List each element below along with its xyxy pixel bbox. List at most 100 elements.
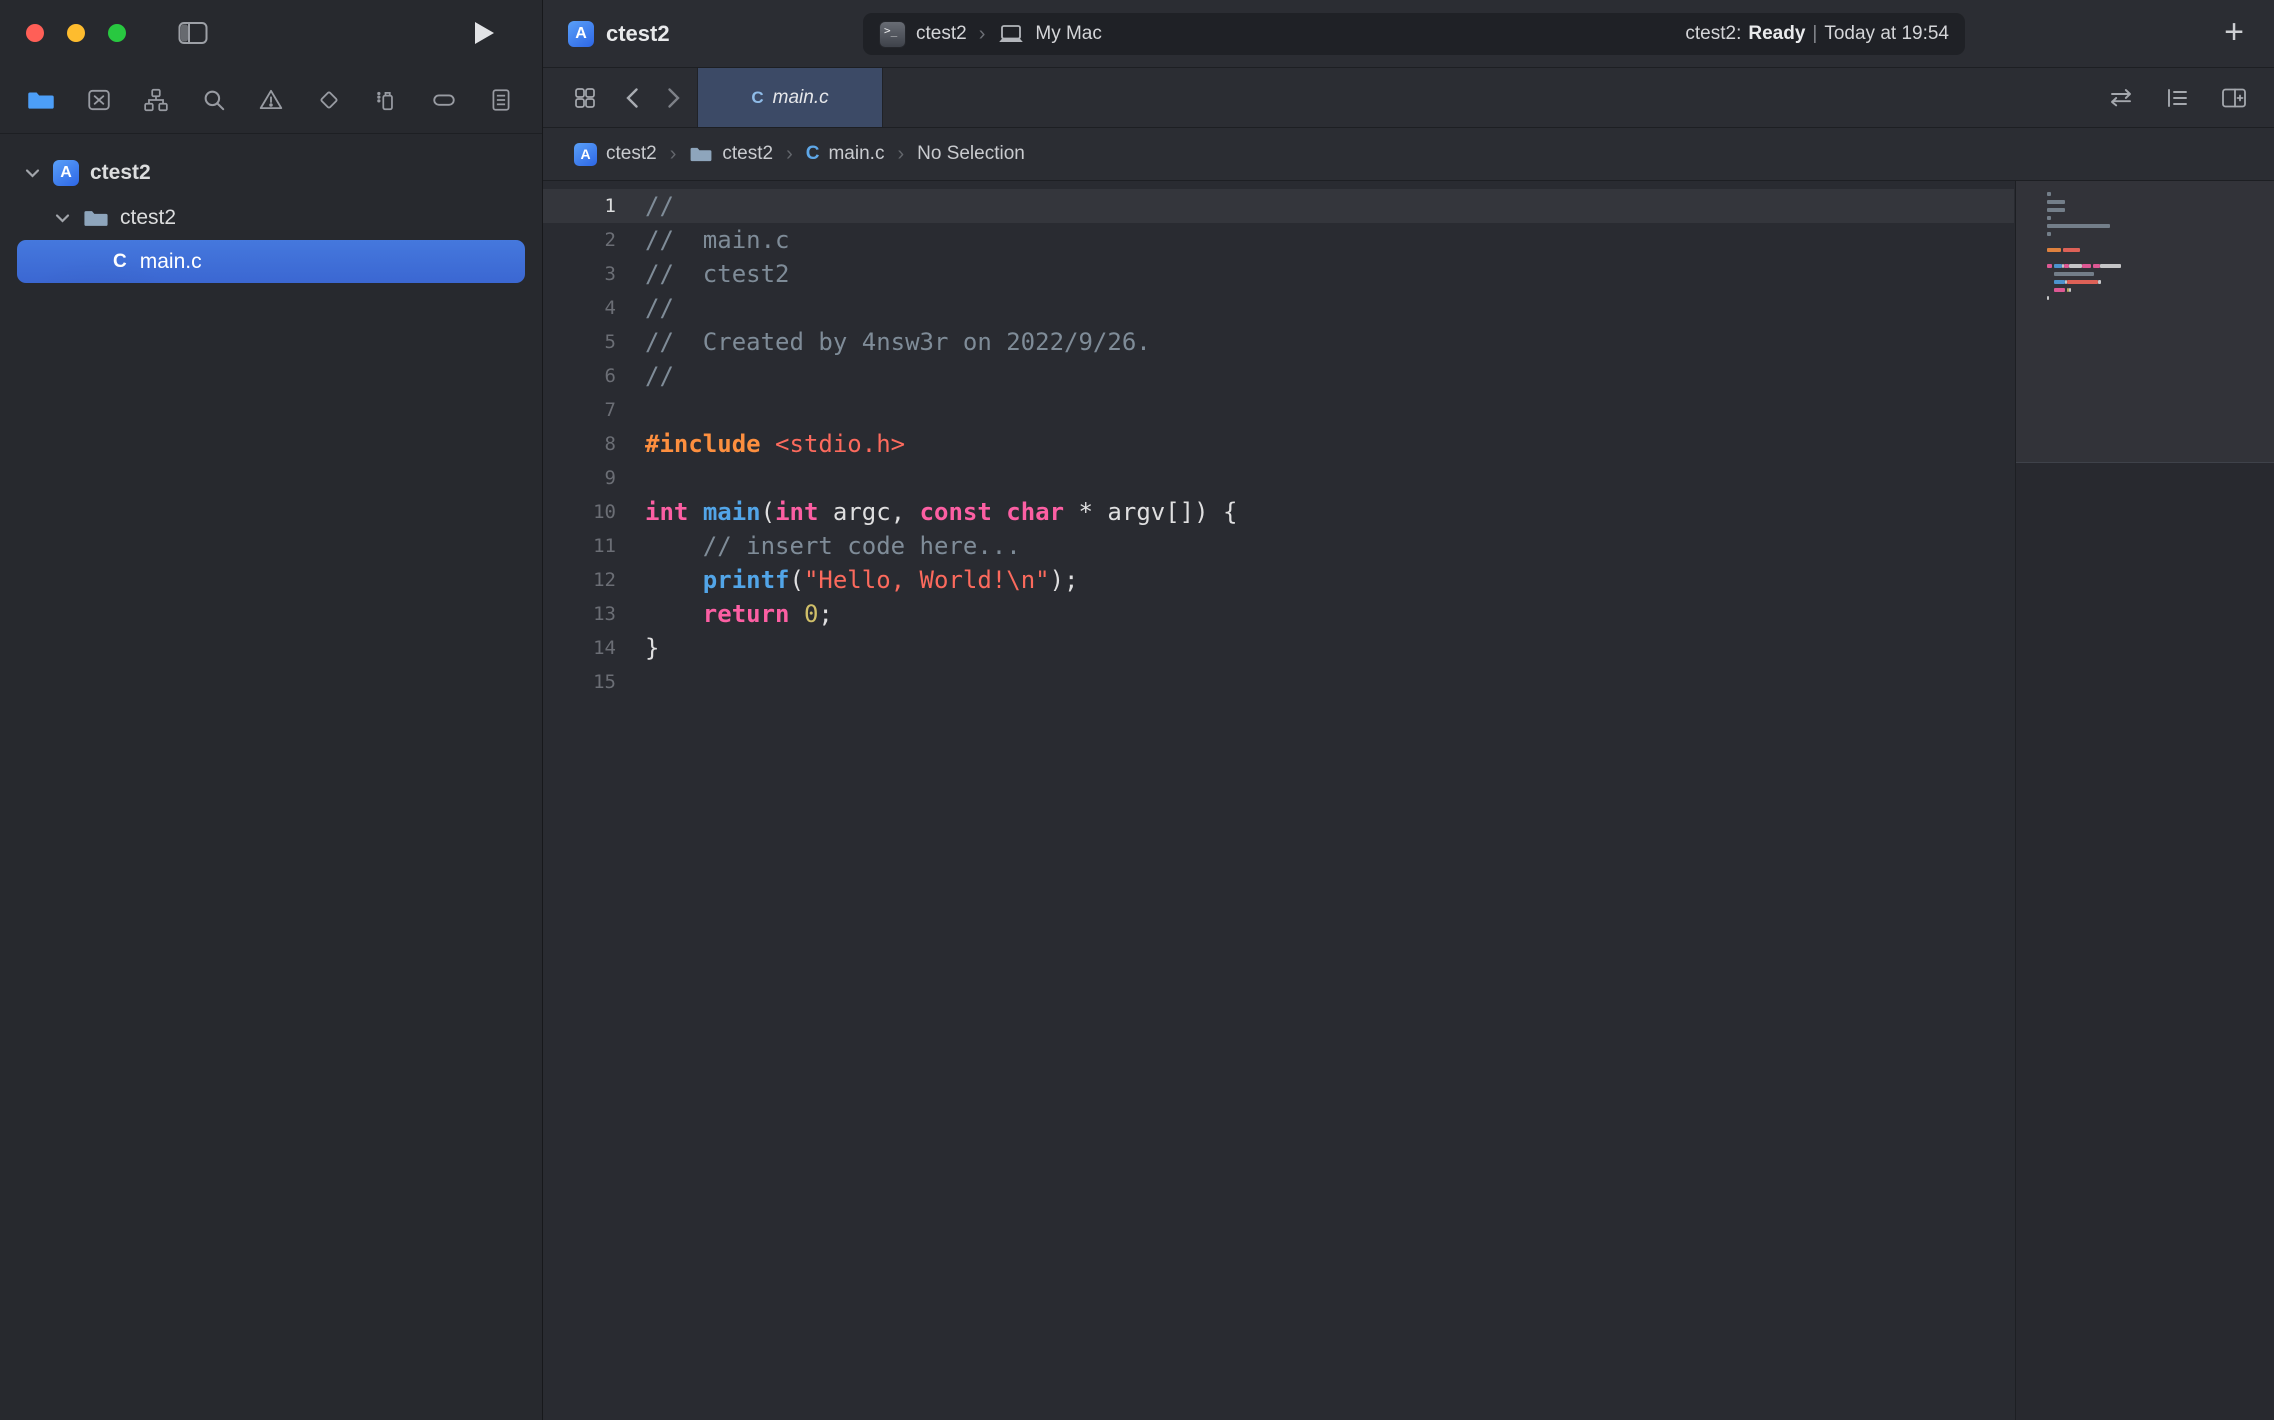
source-editor[interactable]: 1 // 2// main.c3// ctest2 4 // 5// Created by… <box>543 181 2014 1420</box>
breadcrumb-label: main.c <box>828 143 884 165</box>
chevron-right-icon <box>667 87 681 109</box>
minimap-line <box>2047 198 2121 206</box>
build-status[interactable]: ctest2: Ready | Today at 19:54 <box>1685 23 1949 45</box>
run-button[interactable] <box>468 17 500 49</box>
minimap-line <box>2047 262 2121 270</box>
minimap[interactable] <box>2015 181 2274 1420</box>
tab-issue-navigator[interactable] <box>254 83 288 117</box>
code-line[interactable]: 4 // <box>543 291 2014 325</box>
tree-row-file-selected[interactable]: C main.c <box>17 240 525 283</box>
related-items-button[interactable] <box>573 86 597 110</box>
window-titlebar[interactable] <box>0 0 542 67</box>
tab-bar-controls <box>543 68 681 127</box>
search-icon <box>201 87 227 113</box>
code-line[interactable]: 8#include <stdio.h> <box>543 427 2014 461</box>
breadcrumb-selection[interactable]: No Selection <box>917 143 1025 165</box>
code-text: return 0; <box>645 600 833 628</box>
warning-triangle-icon <box>258 87 284 113</box>
add-editor-button[interactable] <box>2220 86 2248 110</box>
code-line[interactable]: 2// main.c <box>543 223 2014 257</box>
code-line[interactable]: 15 <box>543 665 2014 699</box>
main-area: A ctest2 >_ ctest2 › My Mac ctest2: Read… <box>543 0 2274 1420</box>
editor-controls <box>2108 68 2274 127</box>
project-navigator-tree: A ctest2 ctest2 C main.c <box>0 134 542 283</box>
code-line[interactable]: 1 // <box>543 189 2014 223</box>
minimap-line <box>2047 190 2121 198</box>
status-state: Ready <box>1748 23 1805 45</box>
code-line[interactable]: 14} <box>543 631 2014 665</box>
code-text: } <box>645 634 659 662</box>
code-line[interactable]: 6// <box>543 359 2014 393</box>
line-number: 13 <box>543 603 616 625</box>
close-button[interactable] <box>26 24 44 42</box>
scheme-target-icon: >_ <box>879 21 906 48</box>
tab-find-navigator[interactable] <box>197 83 231 117</box>
xcode-window: A ctest2 ctest2 C main.c <box>0 0 2274 1420</box>
toggle-sidebar-button[interactable] <box>176 18 210 48</box>
code-review-button[interactable] <box>2108 86 2134 110</box>
code-text: // <box>645 294 674 322</box>
c-file-icon: C <box>113 251 127 273</box>
add-library-button[interactable]: + <box>2216 14 2252 50</box>
code-line[interactable]: 9 <box>543 461 2014 495</box>
line-number: 11 <box>543 535 616 557</box>
breadcrumb-group[interactable]: ctest2 <box>689 143 773 165</box>
code-lines: 1 // 2// main.c3// ctest2 4 // 5// Created by… <box>543 189 2014 699</box>
sidebar-toggle-icon <box>178 21 208 45</box>
zoom-button[interactable] <box>108 24 126 42</box>
tab-project-navigator[interactable] <box>24 83 58 117</box>
line-number: 3 <box>543 263 616 285</box>
code-line[interactable]: 13 return 0; <box>543 597 2014 631</box>
line-number: 4 <box>543 297 616 319</box>
tab-debug-navigator[interactable] <box>369 83 403 117</box>
code-line[interactable]: 12 printf("Hello, World!\n"); <box>543 563 2014 597</box>
breadcrumb-file[interactable]: C main.c <box>806 143 885 165</box>
line-number: 15 <box>543 671 616 693</box>
tab-main-c[interactable]: C main.c <box>697 68 883 127</box>
c-file-icon: C <box>806 143 820 165</box>
line-number: 1 <box>543 195 616 217</box>
document-list-icon <box>488 87 514 113</box>
activity-scheme-pill: >_ ctest2 › My Mac ctest2: Ready | Today… <box>863 13 1965 55</box>
folder-icon <box>83 208 109 228</box>
code-line[interactable]: 11 // insert code here... <box>543 529 2014 563</box>
c-file-icon: C <box>751 88 763 108</box>
minimize-button[interactable] <box>67 24 85 42</box>
scheme-device-button[interactable]: My Mac <box>1035 23 1102 45</box>
code-line[interactable]: 5// Created by 4nsw3r on 2022/9/26. <box>543 325 2014 359</box>
chevron-right-icon: › <box>897 143 904 166</box>
diamond-icon <box>316 87 342 113</box>
tab-breakpoint-navigator[interactable] <box>427 83 461 117</box>
chevron-down-icon[interactable] <box>24 168 40 178</box>
code-text: // <box>645 192 674 220</box>
xcode-project-icon: A <box>568 21 594 47</box>
scheme-target-button[interactable]: ctest2 <box>916 23 967 45</box>
tree-row-project[interactable]: A ctest2 <box>0 150 542 195</box>
adjust-editor-options-button[interactable] <box>2164 86 2190 110</box>
line-number: 10 <box>543 501 616 523</box>
tab-test-navigator[interactable] <box>312 83 346 117</box>
line-number: 8 <box>543 433 616 455</box>
minimap-line <box>2047 294 2121 302</box>
minimap-line <box>2047 230 2121 238</box>
minimap-line <box>2047 278 2121 286</box>
tab-symbol-navigator[interactable] <box>139 83 173 117</box>
minimap-line <box>2047 222 2121 230</box>
toolbar-project-title: ctest2 <box>606 21 670 47</box>
tree-row-group[interactable]: ctest2 <box>0 195 542 240</box>
chevron-down-icon[interactable] <box>54 213 70 223</box>
line-number: 2 <box>543 229 616 251</box>
go-back-button[interactable] <box>625 87 639 109</box>
tab-report-navigator[interactable] <box>484 83 518 117</box>
line-number: 6 <box>543 365 616 387</box>
chevron-right-icon: › <box>979 23 986 46</box>
play-icon <box>472 20 496 46</box>
breadcrumb-project[interactable]: A ctest2 <box>574 143 657 166</box>
go-forward-button[interactable] <box>667 87 681 109</box>
laptop-icon <box>997 23 1025 45</box>
code-line[interactable]: 10int main(int argc, const char * argv[]… <box>543 495 2014 529</box>
code-line[interactable]: 7 <box>543 393 2014 427</box>
tab-source-control-navigator[interactable] <box>82 83 116 117</box>
code-line[interactable]: 3// ctest2 <box>543 257 2014 291</box>
chevron-left-icon <box>625 87 639 109</box>
